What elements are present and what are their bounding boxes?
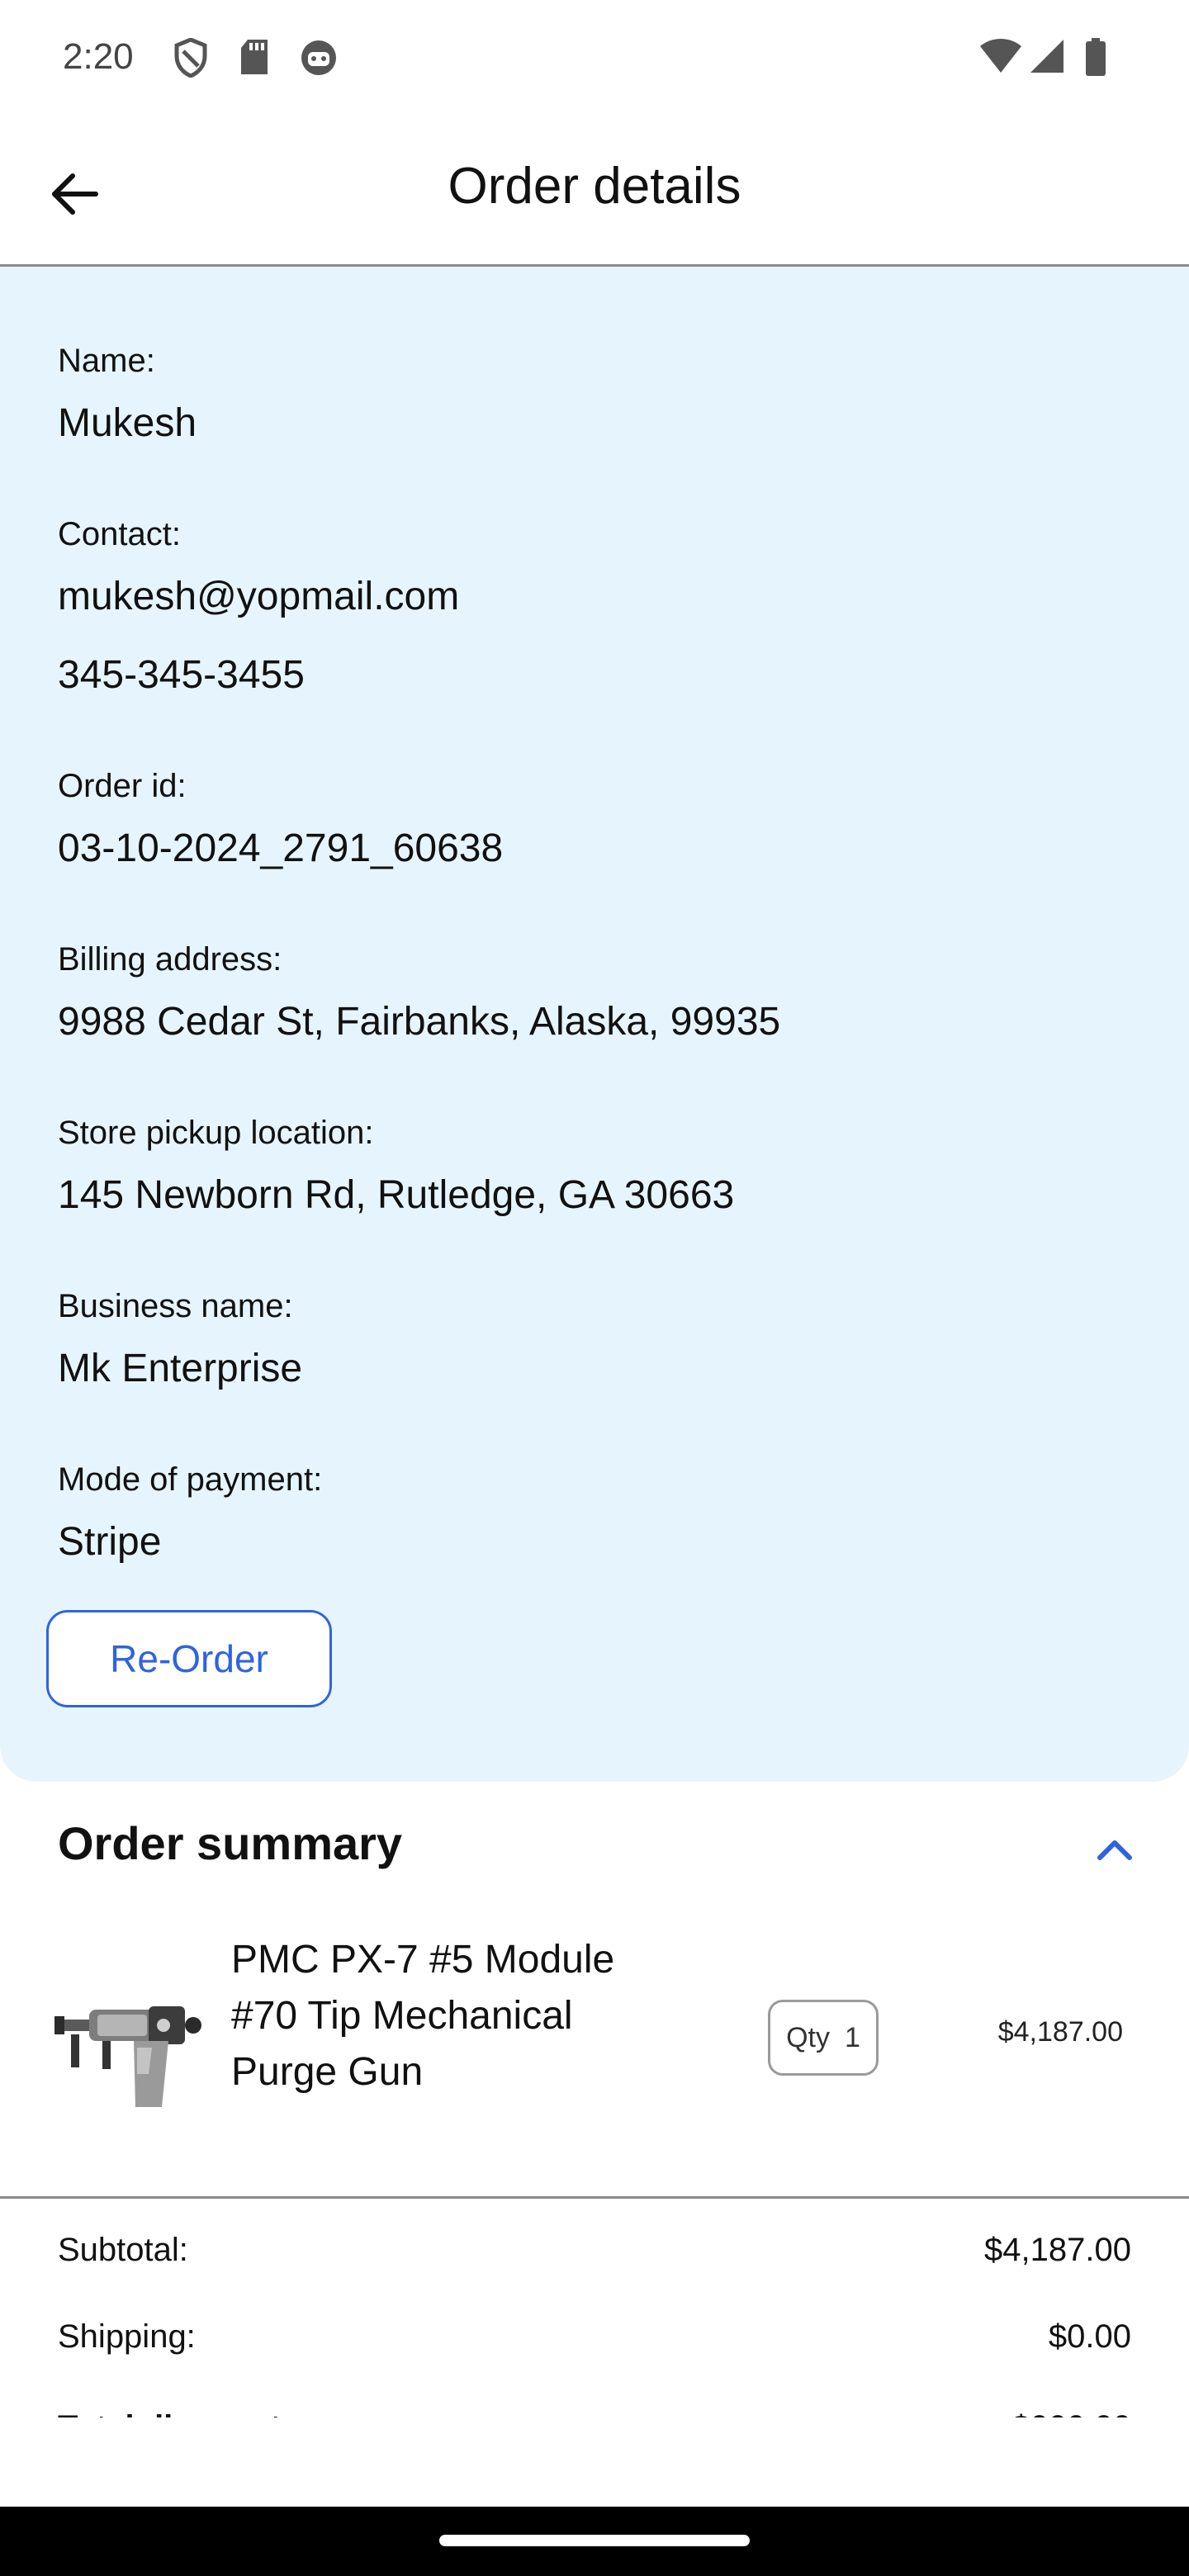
product-price: $4,187.00 xyxy=(997,2016,1123,2048)
sd-card-icon xyxy=(241,40,268,74)
summary-divider xyxy=(0,2196,1189,2199)
navigation-bar xyxy=(0,2507,1189,2576)
order-summary-title: Order summary xyxy=(58,1817,403,1869)
name-label: Name: xyxy=(58,343,155,379)
payment-mode-label: Mode of payment: xyxy=(58,1461,323,1498)
subtotal-label: Subtotal: xyxy=(58,2232,188,2268)
order-id-value: 03-10-2024_2791_60638 xyxy=(58,826,504,870)
contact-phone: 345-345-3455 xyxy=(58,653,305,697)
business-name-value: Mk Enterprise xyxy=(58,1347,303,1390)
pickup-location-label: Store pickup location: xyxy=(58,1115,374,1151)
clipped-total-row: Total discount $000.00 xyxy=(0,2396,1189,2417)
signal-icon xyxy=(1030,40,1063,73)
product-name[interactable]: PMC PX-7 #5 Module #70 Tip Mechanical Pu… xyxy=(231,1932,628,2100)
spray-gun-image xyxy=(54,2006,201,2107)
home-gesture-handle[interactable] xyxy=(439,2535,750,2546)
status-time: 2:20 xyxy=(63,36,134,77)
status-bar: 2:20 xyxy=(0,0,1189,116)
app-bar: Order details xyxy=(0,116,1189,267)
robot-icon xyxy=(301,40,336,75)
reorder-button[interactable]: Re-Order xyxy=(46,1610,332,1707)
contact-email: mukesh@yopmail.com xyxy=(58,575,460,618)
qty-value: 1 xyxy=(844,2021,860,2053)
clipped-total-label: Total discount xyxy=(58,2409,281,2417)
qty-label: Qty xyxy=(786,2021,830,2053)
chevron-up-icon xyxy=(1097,1840,1132,1860)
order-item-row: PMC PX-7 #5 Module #70 Tip Mechanical Pu… xyxy=(0,1924,1189,2196)
collapse-summary-button[interactable] xyxy=(1090,1825,1139,1874)
page-title: Order details xyxy=(448,158,741,215)
shipping-value: $0.00 xyxy=(1048,2318,1131,2355)
battery-icon xyxy=(1086,38,1106,76)
billing-address-value: 9988 Cedar St, Fairbanks, Alaska, 99935 xyxy=(58,1000,781,1044)
shipping-label: Shipping: xyxy=(58,2318,196,2355)
wifi-icon xyxy=(980,39,1021,73)
pickup-location-value: 145 Newborn Rd, Rutledge, GA 30663 xyxy=(58,1173,735,1217)
clipped-total-value: $000.00 xyxy=(1011,2409,1131,2417)
quantity-box: Qty 1 xyxy=(768,2000,879,2076)
business-name-label: Business name: xyxy=(58,1288,293,1324)
subtotal-value: $4,187.00 xyxy=(984,2232,1131,2268)
payment-mode-value: Stripe xyxy=(58,1520,162,1564)
shield-icon xyxy=(174,38,207,78)
order-id-label: Order id: xyxy=(58,768,187,804)
contact-label: Contact: xyxy=(58,516,181,552)
order-details-panel: Name: Mukesh Contact: mukesh@yopmail.com… xyxy=(0,267,1189,1782)
name-value: Mukesh xyxy=(58,401,197,445)
billing-address-label: Billing address: xyxy=(58,941,282,978)
